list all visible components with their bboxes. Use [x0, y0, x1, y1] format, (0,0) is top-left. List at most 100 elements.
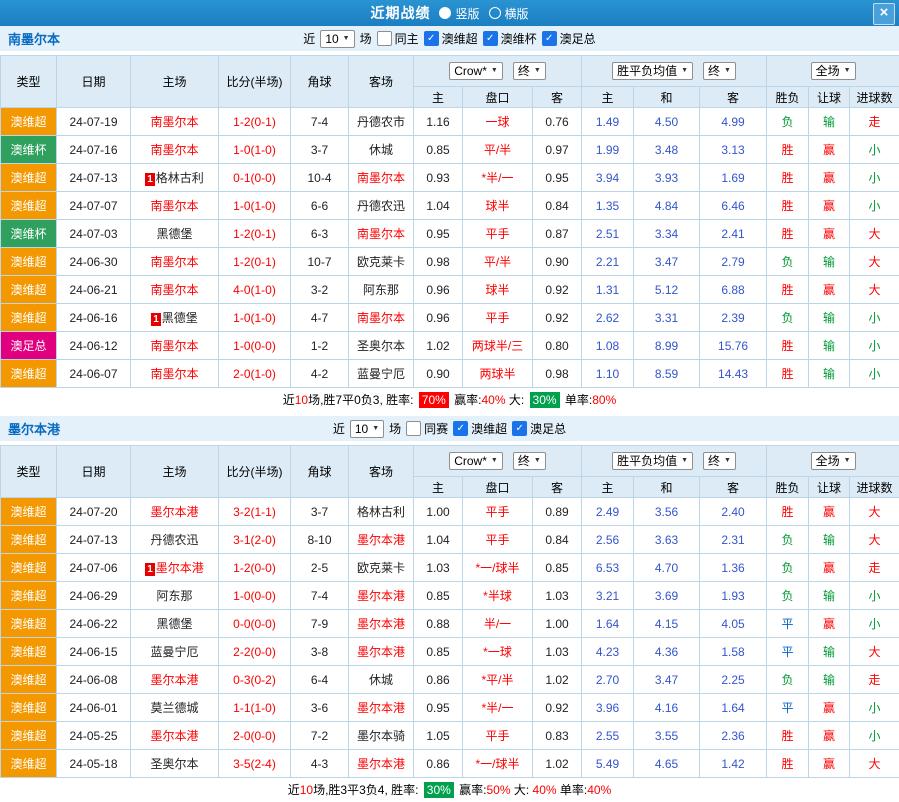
same-checkbox[interactable]	[406, 421, 421, 436]
full-match-select-value: 全场	[816, 454, 840, 468]
league-checkbox[interactable]: ✓	[512, 421, 527, 436]
away-team: 南墨尔本	[349, 304, 414, 332]
team-label: 墨尔本港	[357, 645, 405, 659]
fullmatch-group-header: 全场▼	[767, 446, 899, 477]
match-date: 24-05-18	[57, 750, 131, 778]
odds-away: 0.76	[533, 108, 582, 136]
summary-segment: 30%	[424, 782, 454, 798]
home-team: 1黑德堡	[131, 304, 219, 332]
handicap: 平手	[463, 722, 533, 750]
team-label: 南墨尔本	[150, 339, 198, 353]
odds-terminal-select[interactable]: 终▼	[513, 452, 546, 470]
match-row: 澳维超 24-06-22 黑德堡 0-0(0-0) 7-9 墨尔本港 0.88 …	[1, 610, 899, 638]
euro-draw: 3.47	[634, 248, 700, 276]
subcol-1: 盘口	[463, 477, 533, 498]
league-checkbox[interactable]: ✓	[542, 31, 557, 46]
near-count-select[interactable]: 10▼	[350, 420, 384, 438]
handicap: 平手	[463, 304, 533, 332]
same-checkbox[interactable]	[377, 31, 392, 46]
euro-away: 2.40	[700, 498, 767, 526]
league-badge: 澳足总	[1, 332, 57, 360]
euro-away: 6.88	[700, 276, 767, 304]
odds-away: 0.98	[533, 360, 582, 388]
league-checkbox[interactable]: ✓	[483, 31, 498, 46]
odds-away: 0.85	[533, 554, 582, 582]
league-filter[interactable]: ✓澳维超	[424, 30, 478, 47]
subcol-0: 主	[414, 477, 463, 498]
result: 胜	[767, 750, 809, 778]
goals-result: 小	[850, 136, 899, 164]
goals-result: 大	[850, 526, 899, 554]
col-type: 类型	[1, 446, 57, 498]
odds-home: 0.86	[414, 666, 463, 694]
team-label: 墨尔本港	[357, 589, 405, 603]
radio-icon-horizontal	[489, 7, 501, 19]
euro-draw: 4.15	[634, 610, 700, 638]
league-filter[interactable]: ✓澳足总	[512, 420, 566, 437]
chevron-down-icon: ▼	[681, 64, 688, 78]
chevron-down-icon: ▼	[491, 64, 498, 78]
subcol-4: 和	[634, 477, 700, 498]
near-count-select[interactable]: 10▼	[320, 30, 354, 48]
match-date: 24-06-08	[57, 666, 131, 694]
match-row: 澳足总 24-06-12 南墨尔本 1-0(0-0) 1-2 圣奥尔本 1.02…	[1, 332, 899, 360]
euro-average-select[interactable]: 胜平负均值▼	[612, 452, 693, 470]
odds-away: 1.03	[533, 582, 582, 610]
home-team: 丹德农迅	[131, 526, 219, 554]
result: 负	[767, 554, 809, 582]
layout-option-vertical[interactable]: 竖版	[439, 5, 479, 22]
odds-away: 0.89	[533, 498, 582, 526]
goals-result: 小	[850, 360, 899, 388]
league-checkbox[interactable]: ✓	[453, 421, 468, 436]
odds-company-select[interactable]: Crow*▼	[449, 452, 503, 470]
score: 3-2(1-1)	[219, 498, 291, 526]
handicap-result: 赢	[809, 498, 850, 526]
close-icon[interactable]: ×	[873, 3, 895, 25]
corners: 7-9	[291, 610, 349, 638]
league-filter[interactable]: ✓澳维超	[453, 420, 507, 437]
league-badge: 澳维超	[1, 582, 57, 610]
odds-home: 0.85	[414, 638, 463, 666]
league-filter[interactable]: ✓澳足总	[542, 30, 596, 47]
odds-terminal-select[interactable]: 终▼	[513, 62, 546, 80]
euro-home: 3.21	[582, 582, 634, 610]
full-match-select[interactable]: 全场▼	[811, 62, 856, 80]
team-label: 欧克莱卡	[357, 255, 405, 269]
goals-result: 大	[850, 750, 899, 778]
odds-group-header: Crow*▼ 终▼	[414, 56, 582, 87]
goals-result: 小	[850, 582, 899, 610]
away-team: 墨尔本港	[349, 526, 414, 554]
summary-segment: 80%	[592, 393, 616, 407]
odds-company-select[interactable]: Crow*▼	[449, 62, 503, 80]
euro-terminal-select-value: 终	[708, 64, 720, 78]
team-label: 墨尔本港	[357, 533, 405, 547]
away-team: 墨尔本港	[349, 582, 414, 610]
away-team: 休城	[349, 666, 414, 694]
euro-terminal-select[interactable]: 终▼	[703, 62, 736, 80]
summary-segment: 赢率:	[451, 393, 482, 407]
near-label: 近	[303, 30, 315, 47]
league-filter[interactable]: ✓澳维杯	[483, 30, 537, 47]
near-count-select-value: 10	[355, 422, 368, 436]
match-date: 24-07-13	[57, 164, 131, 192]
euro-terminal-select[interactable]: 终▼	[703, 452, 736, 470]
euro-terminal-select-value: 终	[708, 454, 720, 468]
same-filter[interactable]: 同主	[377, 30, 419, 47]
league-badge: 澳维超	[1, 304, 57, 332]
handicap: 半/一	[463, 610, 533, 638]
match-date: 24-07-20	[57, 498, 131, 526]
euro-away: 2.31	[700, 526, 767, 554]
layout-option-horizontal[interactable]: 横版	[489, 5, 529, 22]
team-label: 格林古利	[357, 505, 405, 519]
match-row: 澳维超 24-06-16 1黑德堡 1-0(1-0) 4-7 南墨尔本 0.96…	[1, 304, 899, 332]
summary-segment: 50%	[487, 783, 511, 797]
handicap: 平/半	[463, 136, 533, 164]
same-filter[interactable]: 同赛	[406, 420, 448, 437]
league-checkbox[interactable]: ✓	[424, 31, 439, 46]
euro-average-select[interactable]: 胜平负均值▼	[612, 62, 693, 80]
result: 胜	[767, 722, 809, 750]
full-match-select[interactable]: 全场▼	[811, 452, 856, 470]
handicap: 平/半	[463, 248, 533, 276]
home-team: 黑德堡	[131, 220, 219, 248]
col-away: 客场	[349, 56, 414, 108]
